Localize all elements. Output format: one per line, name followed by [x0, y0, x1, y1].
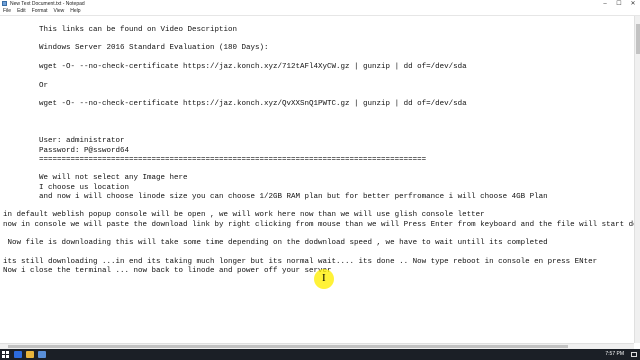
- horizontal-scroll-thumb[interactable]: [8, 345, 568, 348]
- title-bar: New Text Document.txt - Notepad – ☐ ✕: [0, 0, 640, 8]
- text-editor-area[interactable]: This links can be found on Video Descrip…: [0, 16, 634, 343]
- task-view-icon[interactable]: [14, 351, 22, 358]
- text-line: This links can be found on Video Descrip…: [3, 26, 238, 34]
- text-line: Windows Server 2016 Standard Evaluation …: [3, 44, 269, 52]
- vertical-scrollbar[interactable]: [634, 16, 640, 343]
- text-line: ========================================…: [3, 156, 427, 164]
- text-line: We will not select any Image here: [3, 174, 188, 182]
- menu-format[interactable]: Format: [32, 8, 48, 15]
- minimize-button[interactable]: –: [598, 0, 612, 8]
- close-button[interactable]: ✕: [626, 0, 640, 8]
- text-line: wget -O- --no-check-certificate https://…: [3, 100, 467, 108]
- text-line: Or: [3, 82, 49, 90]
- notification-icon[interactable]: [631, 352, 637, 357]
- clock[interactable]: 7:57 PM: [605, 349, 624, 360]
- menu-view[interactable]: View: [54, 8, 65, 15]
- menu-edit[interactable]: Edit: [17, 8, 26, 15]
- window-controls: – ☐ ✕: [598, 0, 640, 8]
- text-line: Now i close the terminal ... now back to…: [3, 267, 332, 275]
- taskbar: 7:57 PM: [0, 349, 640, 360]
- text-line: wget -O- --no-check-certificate https://…: [3, 63, 467, 71]
- file-explorer-icon[interactable]: [26, 351, 34, 358]
- vertical-scroll-thumb[interactable]: [636, 24, 640, 54]
- window-title: New Text Document.txt - Notepad: [10, 1, 85, 7]
- text-line: and now i will choose linode size you ca…: [3, 193, 548, 201]
- maximize-button[interactable]: ☐: [612, 0, 626, 8]
- notepad-taskbar-icon[interactable]: [38, 351, 46, 358]
- text-line: in default weblish popup console will be…: [3, 211, 485, 219]
- text-line: Now file is downloading this will take s…: [3, 239, 548, 247]
- text-cursor-icon: I: [322, 272, 326, 284]
- start-button[interactable]: [2, 351, 9, 358]
- text-line: User: administrator: [3, 137, 125, 145]
- menu-bar: File Edit Format View Help: [0, 8, 640, 16]
- text-line: now in console we will paste the downloa…: [3, 221, 634, 229]
- notepad-icon: [2, 1, 7, 6]
- menu-file[interactable]: File: [3, 8, 11, 15]
- menu-help[interactable]: Help: [70, 8, 80, 15]
